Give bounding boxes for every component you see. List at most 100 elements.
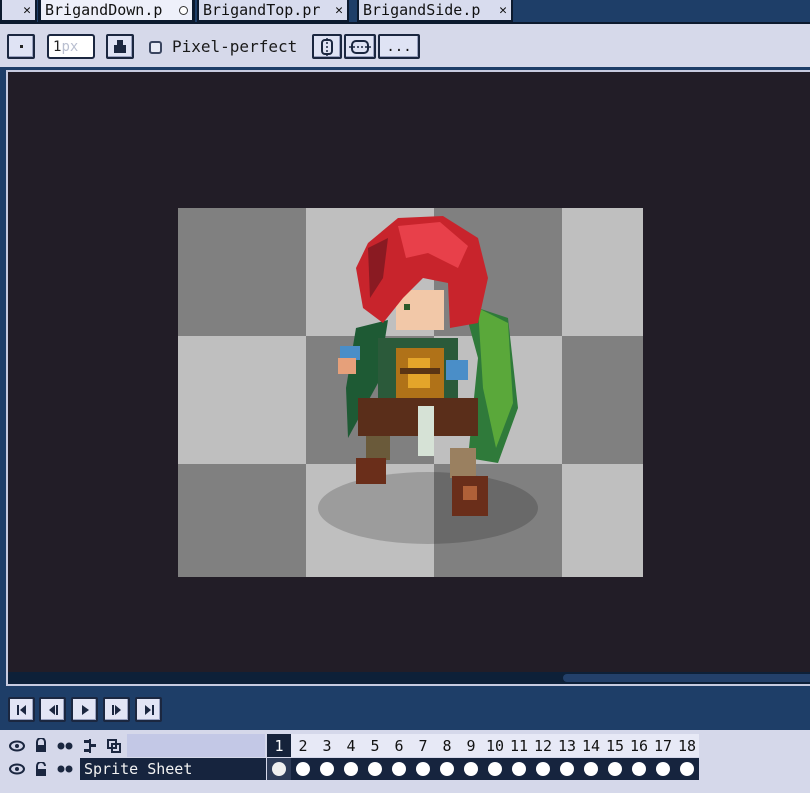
- first-frame-button[interactable]: [8, 697, 35, 722]
- play-button[interactable]: [71, 697, 98, 722]
- frame-header-9[interactable]: 9: [459, 734, 483, 757]
- cel-frame-4[interactable]: [339, 758, 363, 780]
- cel-frame-6[interactable]: [387, 758, 411, 780]
- frame-header-11[interactable]: 11: [507, 734, 531, 757]
- tab-brigand-top[interactable]: BrigandTop.pr ✕: [197, 0, 349, 22]
- continuous-header-button[interactable]: [78, 734, 102, 757]
- cel-frame-14[interactable]: [579, 758, 603, 780]
- previous-frame-button[interactable]: [39, 697, 66, 722]
- frame-header-13[interactable]: 13: [555, 734, 579, 757]
- last-frame-icon: [144, 704, 154, 715]
- timeline-header: 1 2 3 4 5 6 7 8 9 10 11 12 13 14 15 16 17 18: [0, 734, 810, 757]
- cel-dot-icon: [464, 762, 478, 776]
- frame-header-18[interactable]: 18: [675, 734, 699, 757]
- onion-skin-button[interactable]: [53, 734, 77, 757]
- lock-icon: [36, 738, 46, 752]
- frame-header-12[interactable]: 12: [531, 734, 555, 757]
- frame-header-2[interactable]: 2: [291, 734, 315, 757]
- cel-frame-9[interactable]: [459, 758, 483, 780]
- cel-frame-15[interactable]: [603, 758, 627, 780]
- cel-frame-1[interactable]: [267, 758, 291, 780]
- pixel-perfect-label: Pixel-perfect: [172, 37, 298, 56]
- frame-header-10[interactable]: 10: [483, 734, 507, 757]
- brush-type-button[interactable]: [7, 34, 35, 59]
- cel-frame-17[interactable]: [651, 758, 675, 780]
- cel-frame-12[interactable]: [531, 758, 555, 780]
- visibility-header-button[interactable]: [5, 734, 29, 757]
- cel-frame-10[interactable]: [483, 758, 507, 780]
- next-frame-button[interactable]: [103, 697, 130, 722]
- vertical-symmetry-button[interactable]: [312, 34, 342, 59]
- frame-header-7[interactable]: 7: [411, 734, 435, 757]
- brush-size-unit: px: [61, 38, 79, 55]
- cel-frame-18[interactable]: [675, 758, 699, 780]
- lock-header-button[interactable]: [29, 734, 53, 757]
- brush-size-input[interactable]: 1 px: [47, 34, 95, 59]
- frame-header-14[interactable]: 14: [579, 734, 603, 757]
- layer-name[interactable]: Sprite Sheet: [80, 758, 266, 780]
- cel-frame-13[interactable]: [555, 758, 579, 780]
- tab-brigand-down[interactable]: BrigandDown.p: [38, 0, 195, 22]
- eye-icon: [9, 740, 25, 751]
- horizontal-scrollbar[interactable]: [8, 672, 810, 684]
- cel-frame-8[interactable]: [435, 758, 459, 780]
- cel-frame-5[interactable]: [363, 758, 387, 780]
- tab-previous[interactable]: ✕: [0, 0, 37, 22]
- continuous-icon: [84, 738, 96, 753]
- tab-label: BrigandDown.p: [45, 1, 163, 19]
- modified-dot-icon[interactable]: [179, 5, 188, 15]
- scrollbar-thumb[interactable]: [563, 674, 810, 682]
- cel-dot-icon: [608, 762, 622, 776]
- cel-dot-icon: [488, 762, 502, 776]
- cel-frame-2[interactable]: [291, 758, 315, 780]
- sprite-boot-left: [356, 458, 386, 484]
- cel-dot-icon: [296, 762, 310, 776]
- cel-dot-icon: [320, 762, 334, 776]
- tab-close-icon[interactable]: ✕: [335, 3, 343, 18]
- sprite-canvas[interactable]: [178, 208, 643, 577]
- tab-close-icon[interactable]: ✕: [23, 3, 31, 18]
- tab-close-icon[interactable]: ✕: [499, 3, 507, 18]
- cel-link-button[interactable]: [102, 734, 126, 757]
- next-frame-icon: [111, 704, 121, 715]
- cel-dot-icon: [440, 762, 454, 776]
- cel-frame-3[interactable]: [315, 758, 339, 780]
- cel-frame-11[interactable]: [507, 758, 531, 780]
- cel-dot-icon: [632, 762, 646, 776]
- last-frame-button[interactable]: [135, 697, 162, 722]
- layer-continuous-toggle[interactable]: [53, 758, 77, 780]
- cel-dot-icon: [656, 762, 670, 776]
- pixel-perfect-checkbox[interactable]: [149, 41, 162, 54]
- tab-brigand-side[interactable]: BrigandSide.p ✕: [357, 0, 513, 22]
- ink-type-button[interactable]: [106, 34, 134, 59]
- cel-dot-icon: [536, 762, 550, 776]
- layer-lock-toggle[interactable]: [29, 758, 53, 780]
- cel-dot-icon: [344, 762, 358, 776]
- cel-dot-icon: [392, 762, 406, 776]
- frame-header-6[interactable]: 6: [387, 734, 411, 757]
- cel-dot-icon: [584, 762, 598, 776]
- symmetry-horizontal-icon: [349, 39, 371, 54]
- horizontal-symmetry-button[interactable]: [344, 34, 376, 59]
- frame-header-1[interactable]: 1: [267, 734, 291, 757]
- frame-header-3[interactable]: 3: [315, 734, 339, 757]
- frame-header-15[interactable]: 15: [603, 734, 627, 757]
- symmetry-options-button[interactable]: ...: [378, 34, 420, 59]
- dot-icon: [19, 45, 23, 48]
- cel-dot-icon: [368, 762, 382, 776]
- layer-visibility-toggle[interactable]: [5, 758, 29, 780]
- previous-frame-icon: [48, 704, 58, 715]
- sprite-hand-left: [340, 346, 360, 360]
- frame-header-8[interactable]: 8: [435, 734, 459, 757]
- cel-frame-7[interactable]: [411, 758, 435, 780]
- brush-size-value: 1: [53, 38, 62, 55]
- frame-header-5[interactable]: 5: [363, 734, 387, 757]
- unlock-icon: [36, 761, 46, 776]
- frame-header-17[interactable]: 17: [651, 734, 675, 757]
- ink-icon: [114, 39, 126, 53]
- frame-header-4[interactable]: 4: [339, 734, 363, 757]
- cel-frame-16[interactable]: [627, 758, 651, 780]
- layer-row-sprite-sheet[interactable]: Sprite Sheet: [0, 758, 810, 780]
- cel-dot-icon: [680, 762, 694, 776]
- frame-header-16[interactable]: 16: [627, 734, 651, 757]
